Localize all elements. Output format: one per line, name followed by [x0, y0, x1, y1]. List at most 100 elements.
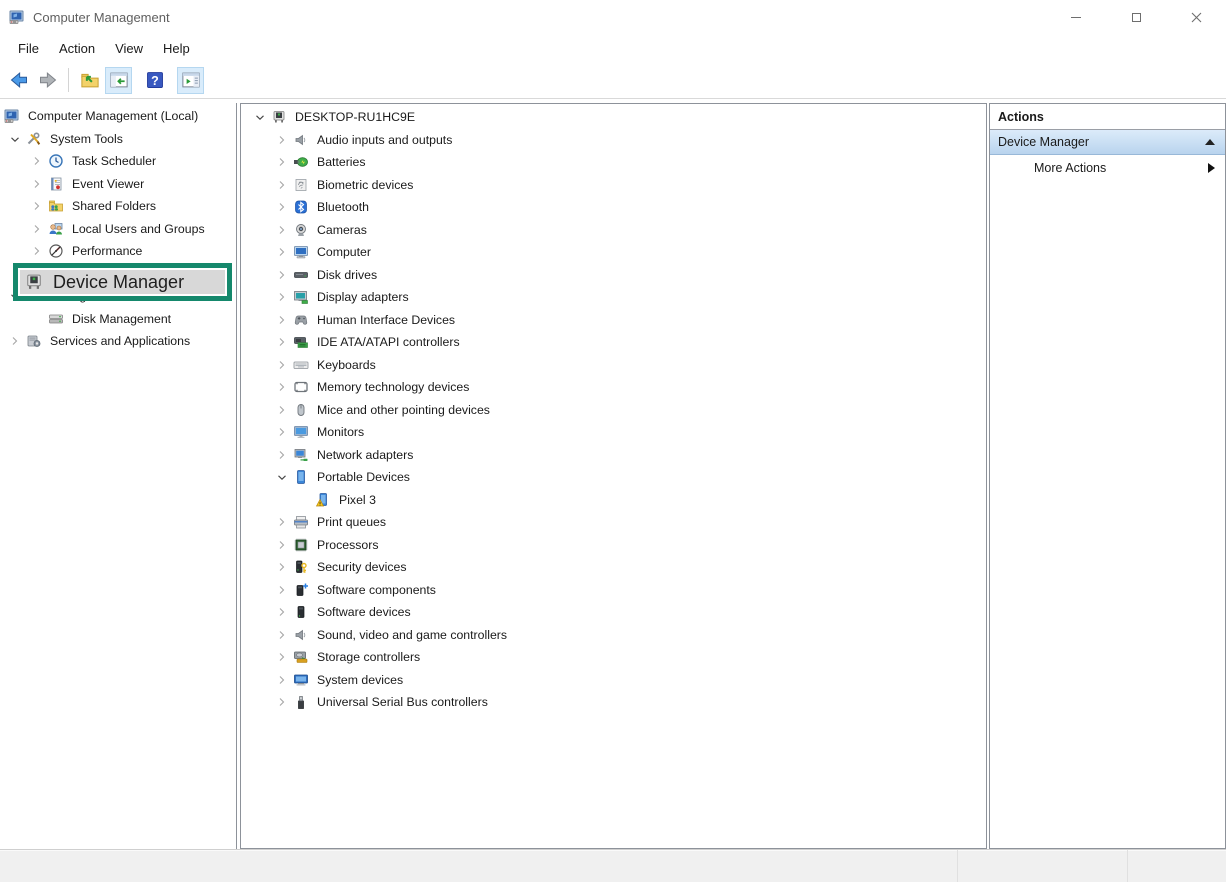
actions-panel-header: Actions — [990, 104, 1225, 130]
tree-item-label: Mice and other pointing devices — [315, 402, 492, 418]
computer-management-icon — [4, 108, 20, 124]
toolbar-separator — [68, 68, 69, 92]
tree-item-label: Cameras — [315, 222, 369, 238]
tree-item-local-users-and-groups[interactable]: Local Users and Groups — [0, 218, 236, 241]
tree-item-bluetooth[interactable]: Bluetooth — [241, 196, 986, 219]
tree-item-processors[interactable]: Processors — [241, 534, 986, 557]
collapsed-chevron-icon[interactable] — [271, 649, 293, 665]
tree-item-memory-devices[interactable]: Memory technology devices — [241, 376, 986, 399]
collapsed-chevron-icon[interactable] — [271, 244, 293, 260]
tree-item-network-adapters[interactable]: Network adapters — [241, 444, 986, 467]
collapsed-chevron-icon[interactable] — [271, 559, 293, 575]
menu-item-action[interactable]: Action — [49, 37, 105, 60]
tree-item-ide-controllers[interactable]: IDE ATA/ATAPI controllers — [241, 331, 986, 354]
tree-item-system-devices[interactable]: System devices — [241, 669, 986, 692]
expanded-chevron-icon[interactable] — [249, 109, 271, 125]
mouse-icon — [293, 402, 309, 418]
tree-item-label: Services and Applications — [48, 333, 192, 349]
tree-item-computer[interactable]: Computer — [241, 241, 986, 264]
tree-item-shared-folders[interactable]: Shared Folders — [0, 195, 236, 218]
tree-item-security-devices[interactable]: Security devices — [241, 556, 986, 579]
collapsed-chevron-icon[interactable] — [26, 243, 48, 259]
actions-group-device-manager[interactable]: Device Manager — [990, 130, 1225, 155]
tree-item-task-scheduler[interactable]: Task Scheduler — [0, 150, 236, 173]
expanded-chevron-icon[interactable] — [4, 131, 26, 147]
collapsed-chevron-icon[interactable] — [271, 627, 293, 643]
collapsed-chevron-icon[interactable] — [271, 424, 293, 440]
collapsed-chevron-icon[interactable] — [271, 289, 293, 305]
tree-item-disk-management[interactable]: Disk Management — [0, 308, 236, 331]
tree-item-desktop-root[interactable]: DESKTOP-RU1HC9E — [241, 106, 986, 129]
collapsed-chevron-icon[interactable] — [271, 514, 293, 530]
collapsed-chevron-icon[interactable] — [271, 357, 293, 373]
tree-item-biometric-devices[interactable]: Biometric devices — [241, 174, 986, 197]
collapsed-chevron-icon[interactable] — [271, 379, 293, 395]
tree-item-disk-drives[interactable]: Disk drives — [241, 264, 986, 287]
forward-button[interactable] — [34, 67, 61, 94]
help-button[interactable]: ? — [141, 67, 168, 94]
collapsed-chevron-icon[interactable] — [26, 153, 48, 169]
tree-item-usb-controllers[interactable]: Universal Serial Bus controllers — [241, 691, 986, 714]
collapsed-chevron-icon[interactable] — [271, 672, 293, 688]
tree-item-batteries[interactable]: Batteries — [241, 151, 986, 174]
tree-item-performance[interactable]: Performance — [0, 240, 236, 263]
tree-item-portable-devices[interactable]: Portable Devices — [241, 466, 986, 489]
collapsed-chevron-icon[interactable] — [271, 177, 293, 193]
collapsed-chevron-icon[interactable] — [271, 267, 293, 283]
maximize-button[interactable] — [1106, 0, 1166, 34]
tree-item-print-queues[interactable]: Print queues — [241, 511, 986, 534]
folder-up-button[interactable] — [76, 67, 103, 94]
collapsed-chevron-icon[interactable] — [271, 312, 293, 328]
collapsed-chevron-icon[interactable] — [271, 582, 293, 598]
services-icon — [26, 333, 42, 349]
network-adapter-icon — [293, 447, 309, 463]
tree-item-audio-inputs[interactable]: Audio inputs and outputs — [241, 129, 986, 152]
collapsed-chevron-icon[interactable] — [271, 222, 293, 238]
tree-item-software-components[interactable]: Software components — [241, 579, 986, 602]
tree-item-keyboards[interactable]: Keyboards — [241, 354, 986, 377]
tree-item-label: System devices — [315, 672, 405, 688]
tree-item-cameras[interactable]: Cameras — [241, 219, 986, 242]
show-hide-action-pane-button[interactable] — [177, 67, 204, 94]
collapsed-chevron-icon[interactable] — [4, 333, 26, 349]
tree-item-label: Processors — [315, 537, 381, 553]
tree-item-system-tools[interactable]: System Tools — [0, 128, 236, 151]
tree-item-label: Disk drives — [315, 267, 379, 283]
collapsed-chevron-icon[interactable] — [271, 334, 293, 350]
more-actions-item[interactable]: More Actions — [990, 155, 1225, 181]
minimize-button[interactable] — [1046, 0, 1106, 34]
collapsed-chevron-icon[interactable] — [271, 199, 293, 215]
tree-item-mice[interactable]: Mice and other pointing devices — [241, 399, 986, 422]
monitor-icon — [293, 424, 309, 440]
tree-item-display-adapters[interactable]: Display adapters — [241, 286, 986, 309]
tree-item-event-viewer[interactable]: Event Viewer — [0, 173, 236, 196]
menu-item-help[interactable]: Help — [153, 37, 200, 60]
tree-item-sound-controllers[interactable]: Sound, video and game controllers — [241, 624, 986, 647]
collapsed-chevron-icon[interactable] — [271, 154, 293, 170]
collapsed-chevron-icon[interactable] — [271, 537, 293, 553]
collapsed-chevron-icon[interactable] — [271, 132, 293, 148]
collapsed-chevron-icon[interactable] — [271, 604, 293, 620]
collapsed-chevron-icon[interactable] — [271, 402, 293, 418]
close-button[interactable] — [1166, 0, 1226, 34]
tree-item-software-devices[interactable]: Software devices — [241, 601, 986, 624]
shared-folders-icon — [48, 198, 64, 214]
collapsed-chevron-icon[interactable] — [271, 447, 293, 463]
tree-item-monitors[interactable]: Monitors — [241, 421, 986, 444]
tree-item-storage-controllers[interactable]: Storage controllers — [241, 646, 986, 669]
collapsed-chevron-icon[interactable] — [26, 198, 48, 214]
device-tree-panel: DESKTOP-RU1HC9EAudio inputs and outputsB… — [240, 103, 987, 849]
menu-item-view[interactable]: View — [105, 37, 153, 60]
collapsed-chevron-icon[interactable] — [26, 221, 48, 237]
tree-item-computer-management[interactable]: Computer Management (Local) — [0, 105, 236, 128]
tree-item-hid[interactable]: Human Interface Devices — [241, 309, 986, 332]
annotation-highlight-device-manager: Device Manager — [13, 263, 232, 301]
collapsed-chevron-icon[interactable] — [271, 694, 293, 710]
back-button[interactable] — [5, 67, 32, 94]
show-hide-console-tree-button[interactable] — [105, 67, 132, 94]
menu-item-file[interactable]: File — [8, 37, 49, 60]
collapsed-chevron-icon[interactable] — [26, 176, 48, 192]
expanded-chevron-icon[interactable] — [271, 469, 293, 485]
tree-item-pixel-3[interactable]: Pixel 3 — [241, 489, 986, 512]
tree-item-services-applications[interactable]: Services and Applications — [0, 330, 236, 353]
